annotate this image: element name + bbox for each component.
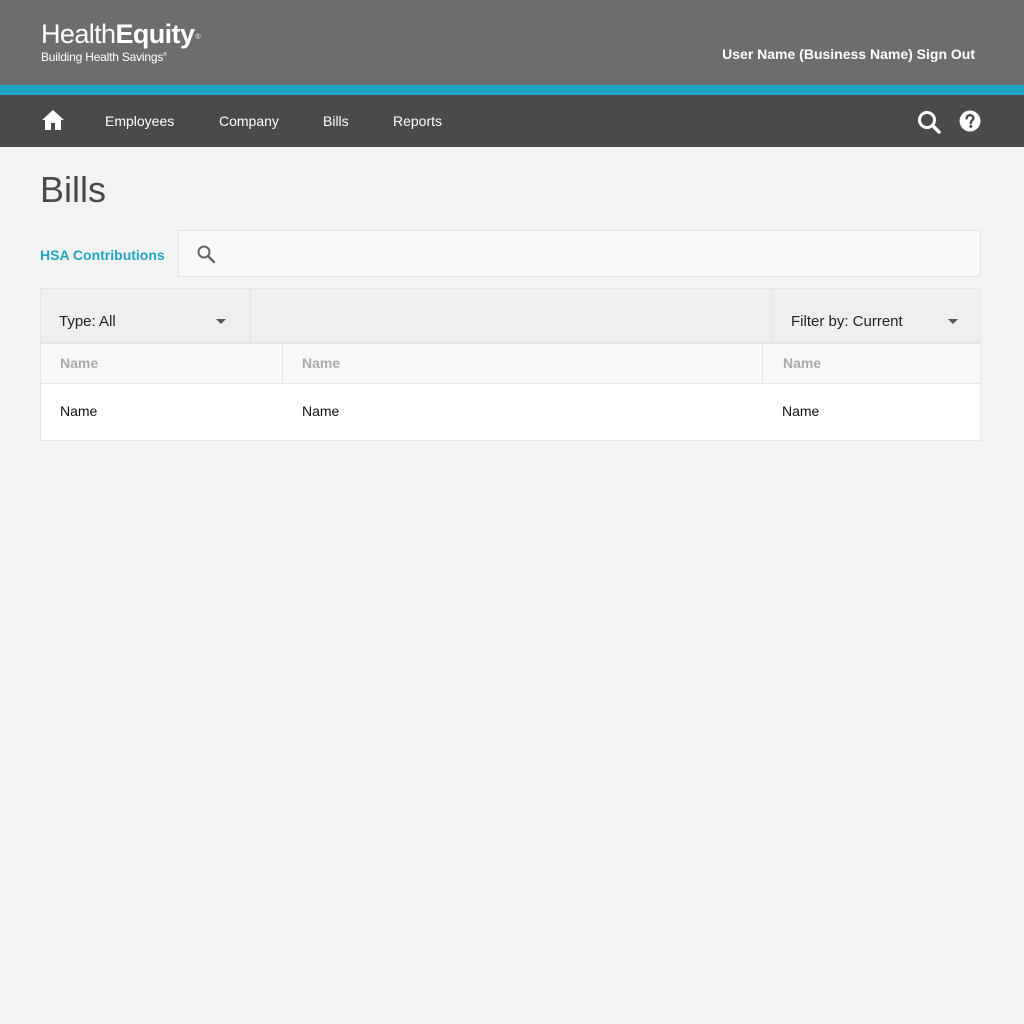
column-divider xyxy=(282,344,283,383)
logo-word-light: Health xyxy=(41,19,116,49)
main-nav: Employees Company Bills Reports xyxy=(0,95,1024,147)
search-icon xyxy=(196,244,216,264)
logo-wordmark: HealthEquity® xyxy=(41,19,200,49)
sign-out-link[interactable]: Sign Out xyxy=(917,46,975,62)
column-header[interactable]: Name xyxy=(60,355,98,371)
bills-table: Name Name Name Name Name Name xyxy=(40,343,981,441)
column-header[interactable]: Name xyxy=(783,355,821,371)
table-cell: Name xyxy=(60,403,98,419)
hsa-contributions-link[interactable]: HSA Contributions xyxy=(40,247,165,263)
filter-bar: Type: All Filter by: Current xyxy=(40,288,982,344)
page-title: Bills xyxy=(40,169,107,210)
table-cell: Name xyxy=(782,403,820,419)
type-dropdown-label: Type: All xyxy=(59,313,116,330)
search-input[interactable] xyxy=(229,239,973,271)
chevron-down-icon xyxy=(216,319,226,324)
nav-item-company[interactable]: Company xyxy=(219,113,279,129)
nav-item-reports[interactable]: Reports xyxy=(393,113,442,129)
column-header[interactable]: Name xyxy=(302,355,340,371)
table-row[interactable]: Name Name Name xyxy=(41,384,980,440)
tagline-mark: ® xyxy=(163,52,167,58)
type-dropdown[interactable]: Type: All xyxy=(41,289,251,344)
logo-word-bold: Equity xyxy=(115,19,195,49)
search-box[interactable] xyxy=(178,230,981,277)
tagline-text: Building Health Savings xyxy=(41,50,164,64)
nav-item-bills[interactable]: Bills xyxy=(323,113,349,129)
table-header: Name Name Name xyxy=(41,344,980,384)
table-cell: Name xyxy=(302,403,340,419)
nav-item-employees[interactable]: Employees xyxy=(105,113,174,129)
user-name-link[interactable]: User Name (Business Name) xyxy=(722,46,913,62)
logo-tagline: Building Health Savings® xyxy=(41,48,200,64)
healthequity-logo[interactable]: HealthEquity® Building Health Savings® xyxy=(41,19,200,64)
registered-mark: ® xyxy=(195,34,200,41)
top-header: HealthEquity® Building Health Savings® U… xyxy=(0,0,1024,85)
accent-stripe xyxy=(0,85,1024,95)
filter-dropdown-label: Filter by: Current xyxy=(791,313,903,330)
user-area: User Name (Business Name) Sign Out xyxy=(722,46,975,62)
column-divider xyxy=(762,344,763,383)
help-icon[interactable] xyxy=(959,110,981,132)
search-icon[interactable] xyxy=(917,110,941,134)
filter-dropdown[interactable]: Filter by: Current xyxy=(772,289,982,344)
home-icon[interactable] xyxy=(41,109,65,131)
chevron-down-icon xyxy=(948,319,958,324)
